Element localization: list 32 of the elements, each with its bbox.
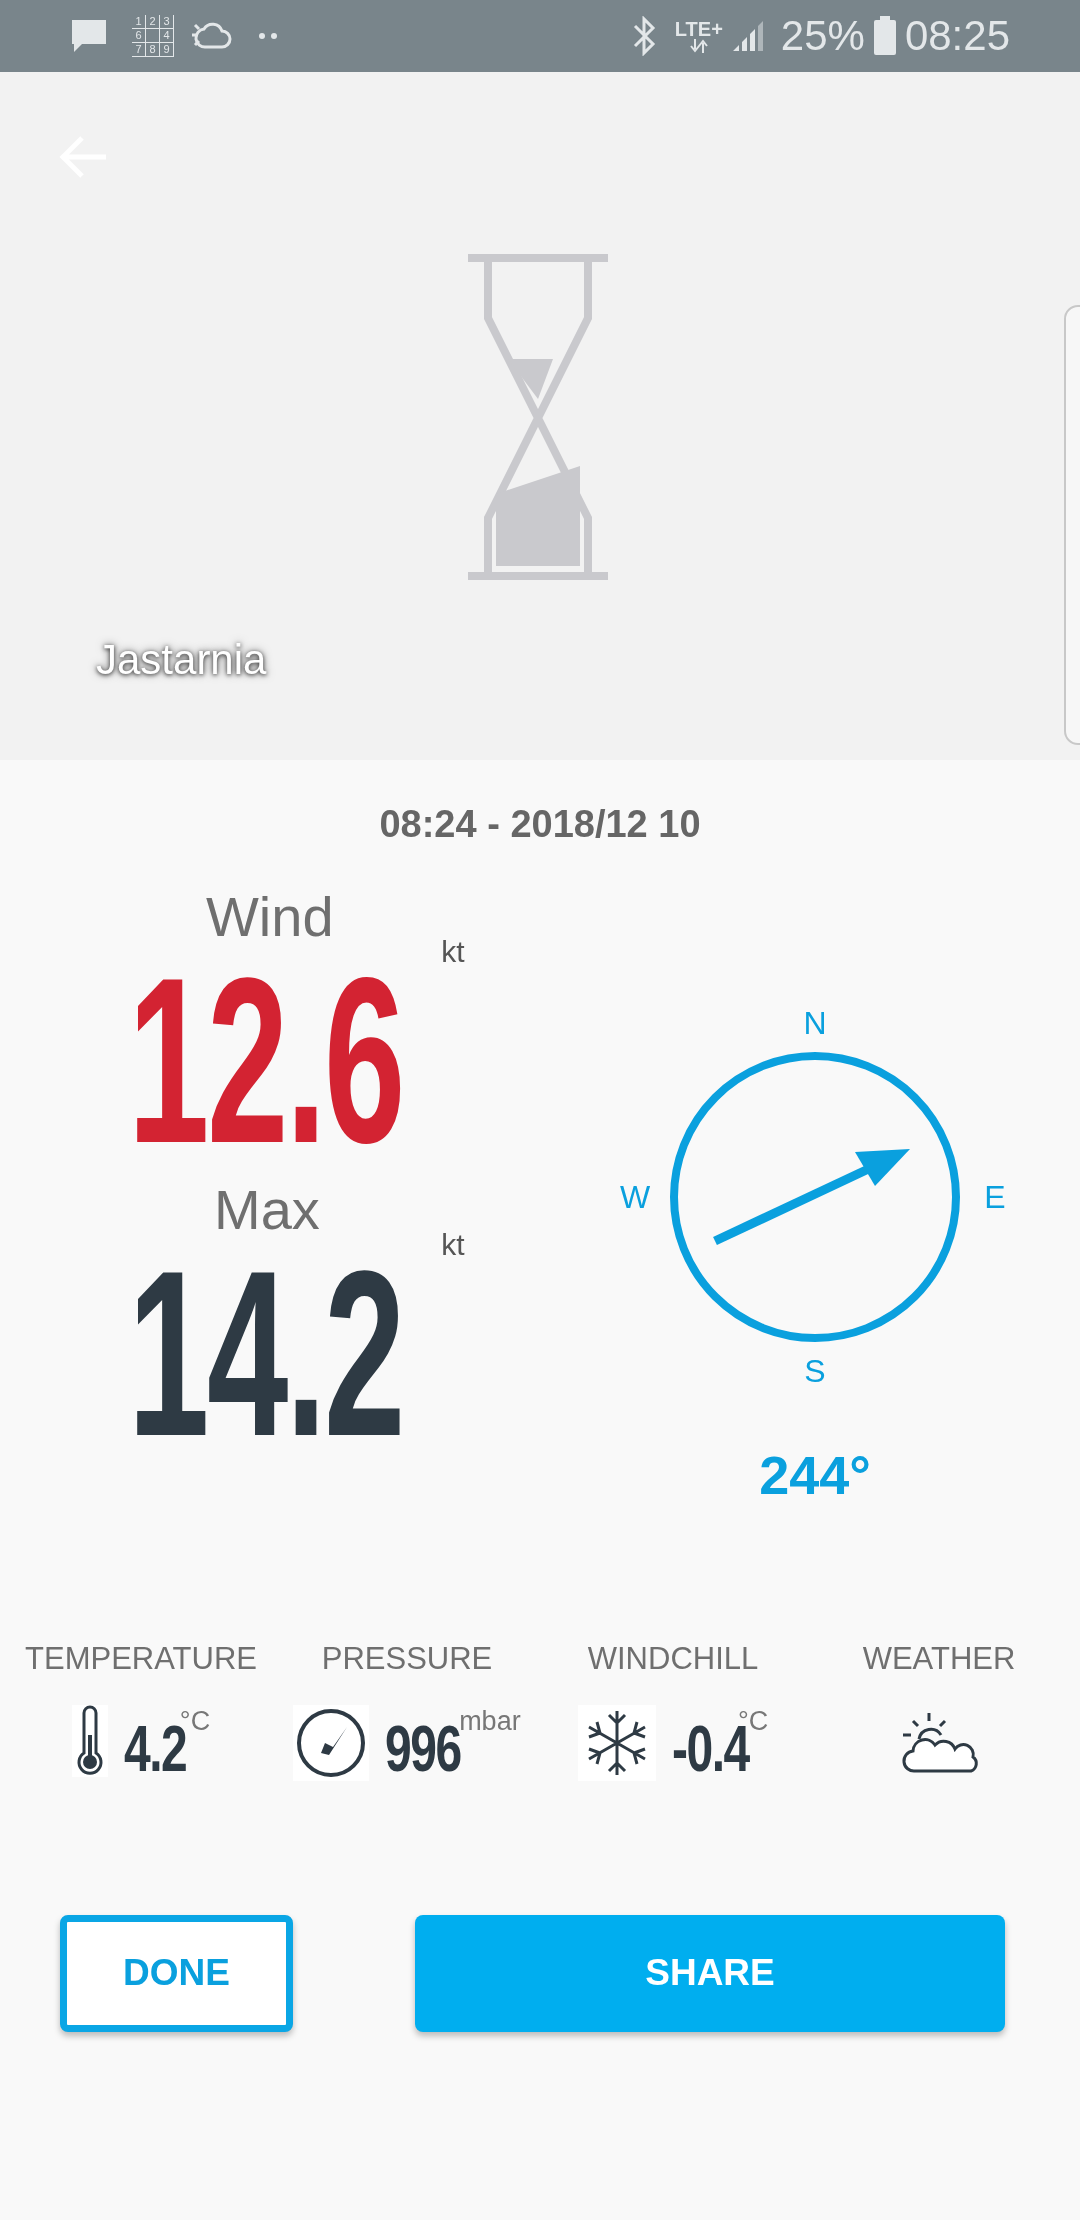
unit-label: kt <box>441 934 465 970</box>
measure-label: PRESSURE <box>321 1640 493 1678</box>
dots-icon <box>258 32 278 40</box>
sun-cloud-icon <box>899 1710 979 1775</box>
unit-label: mbar <box>459 1704 521 1736</box>
clock: 08:25 <box>904 15 1010 57</box>
measure-label: WEATHER <box>862 1640 1016 1678</box>
message-icon <box>70 18 108 54</box>
reading-label: Wind <box>206 889 335 945</box>
unit-label: kt <box>441 1226 465 1263</box>
wind-speed: 12.6 <box>128 959 403 1162</box>
snowflake-icon <box>577 1704 656 1781</box>
compass-south: S <box>804 1352 826 1391</box>
reading-label: Max <box>214 1181 321 1238</box>
location-name: Jastarnia <box>96 635 267 685</box>
network-label: LTE+ <box>674 19 723 39</box>
max-speed: 14.2 <box>128 1251 403 1455</box>
measure-label: TEMPERATURE <box>25 1640 257 1678</box>
gauge-icon <box>293 1704 370 1781</box>
done-button[interactable]: DONE <box>60 1914 293 2032</box>
battery-icon <box>872 16 897 56</box>
timestamp: 08:24 - 2018/12 10 <box>378 802 702 847</box>
direction-degrees: 244° <box>759 1444 871 1507</box>
compass-north: N <box>803 1004 827 1043</box>
measure-label: WINDCHILL <box>587 1640 759 1678</box>
compass-west: W <box>619 1178 651 1217</box>
cloud-icon <box>190 21 234 51</box>
share-button[interactable]: SHARE <box>415 1914 1005 2032</box>
measure-value: 996 <box>385 1711 461 1787</box>
thermometer-icon <box>71 1704 108 1777</box>
compass-east: E <box>984 1178 1006 1217</box>
battery-percent: 25% <box>780 15 865 57</box>
